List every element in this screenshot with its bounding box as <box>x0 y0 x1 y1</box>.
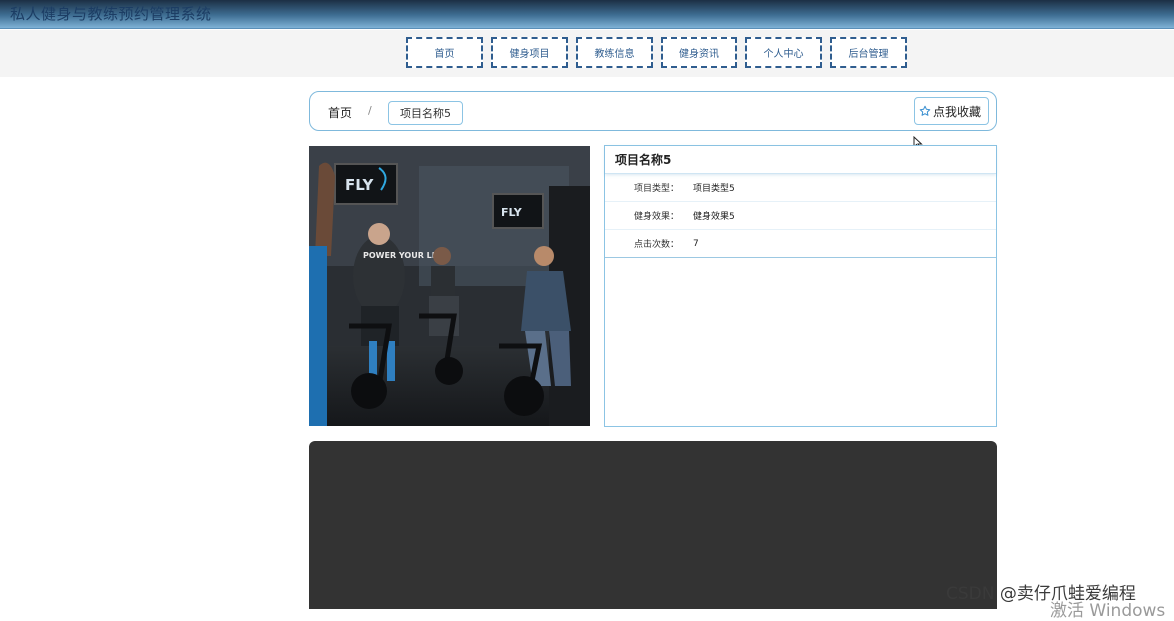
star-outline-icon <box>919 105 931 116</box>
detail-value-effect: 健身效果5 <box>693 212 735 222</box>
breadcrumb-home-link[interactable]: 首页 <box>328 104 352 121</box>
detail-label-clicks: 点击次数： <box>633 240 679 250</box>
breadcrumb: 首页 / 项目名称5 点我收藏 <box>309 91 997 131</box>
detail-row-effect: 健身效果： 健身效果5 <box>605 202 996 230</box>
detail-label-type: 项目类型： <box>633 184 679 194</box>
breadcrumb-current: 项目名称5 <box>388 101 463 125</box>
fly-logo-screen-2: FLY <box>501 206 523 219</box>
nav-item-home[interactable]: 首页 <box>406 37 483 68</box>
main-nav: 首页 健身项目 教练信息 健身资讯 个人中心 后台管理 <box>406 37 907 68</box>
detail-label-effect: 健身效果： <box>633 212 679 222</box>
nav-item-personal-center[interactable]: 个人中心 <box>745 37 822 68</box>
detail-row-clicks: 点击次数： 7 <box>605 230 996 258</box>
spin-class-photo: FLY FLY POWER YOUR LIFE <box>309 146 590 426</box>
nav-item-coach-info[interactable]: 教练信息 <box>576 37 653 68</box>
detail-value-type: 项目类型5 <box>693 184 735 194</box>
breadcrumb-separator: / <box>368 104 372 117</box>
nav-band: 首页 健身项目 教练信息 健身资讯 个人中心 后台管理 <box>0 30 1174 77</box>
video-player[interactable] <box>309 441 997 609</box>
project-detail-panel: 项目名称5 项目类型： 项目类型5 健身效果： 健身效果5 点击次数： 7 <box>604 145 997 427</box>
nav-item-fitness-projects[interactable]: 健身项目 <box>491 37 568 68</box>
nav-item-fitness-news[interactable]: 健身资讯 <box>661 37 737 68</box>
top-banner: 私人健身与教练预约管理系统 <box>0 0 1174 29</box>
detail-row-type: 项目类型： 项目类型5 <box>605 174 996 202</box>
detail-value-clicks: 7 <box>693 238 699 249</box>
fly-logo-screen-1: FLY <box>345 176 374 194</box>
site-title: 私人健身与教练预约管理系统 <box>10 5 212 23</box>
favorite-button[interactable]: 点我收藏 <box>913 97 989 125</box>
favorite-button-label: 点我收藏 <box>932 104 981 119</box>
project-title: 项目名称5 <box>605 146 996 174</box>
nav-item-admin[interactable]: 后台管理 <box>830 37 907 68</box>
project-image: FLY FLY POWER YOUR LIFE <box>309 146 590 426</box>
csdn-watermark: CSDN @卖仔爪蛙爱编程 <box>946 584 1136 604</box>
